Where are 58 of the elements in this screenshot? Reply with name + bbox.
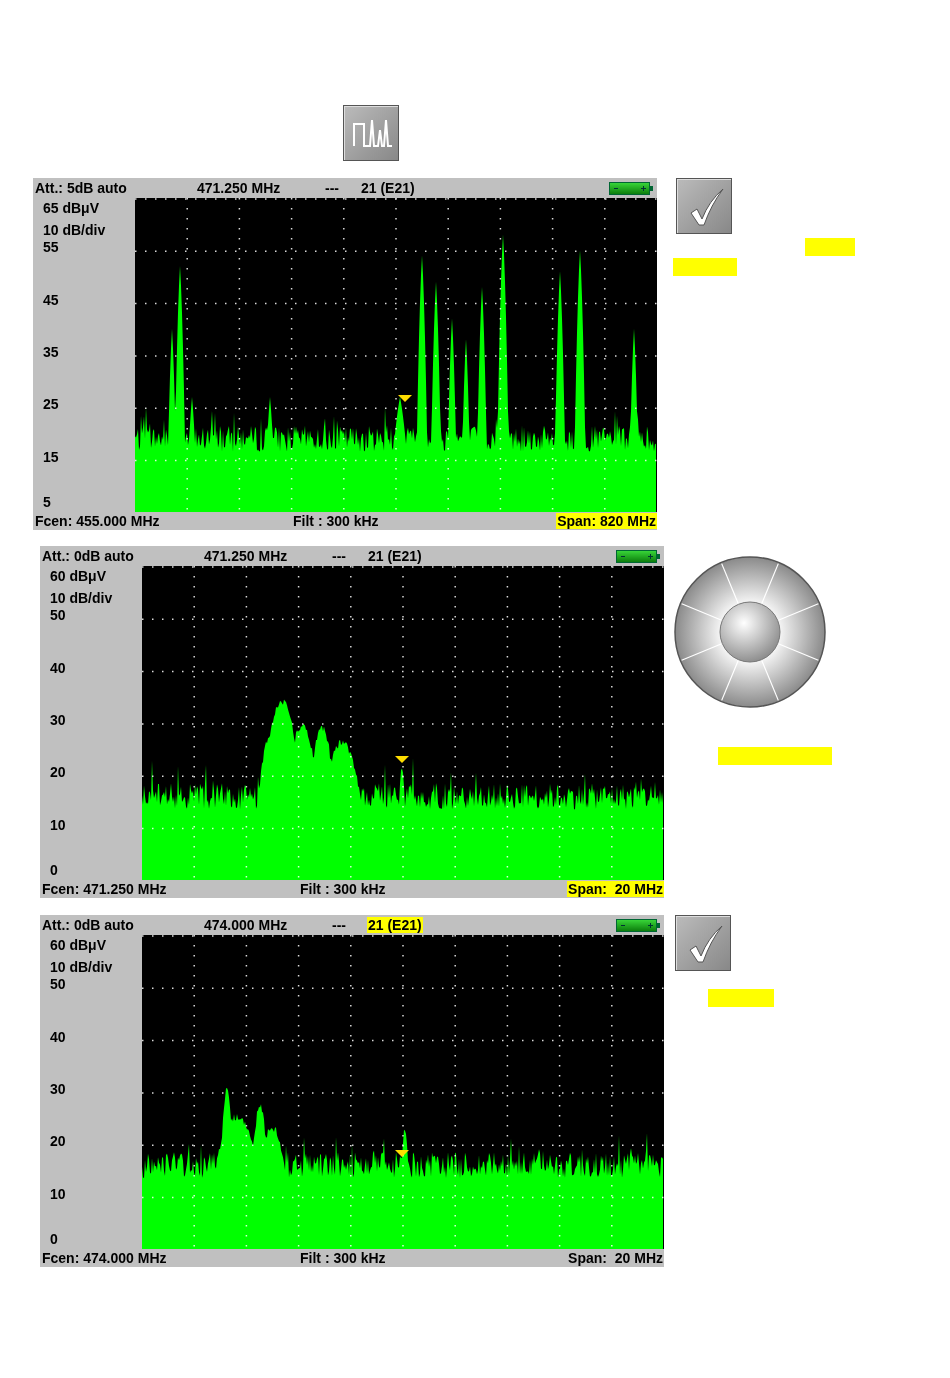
axis-label: 40 — [50, 659, 66, 676]
axis-label: 20 — [50, 1133, 66, 1150]
span-label: Span: 20 MHz — [567, 1250, 664, 1266]
axis-label: 50 — [50, 607, 66, 624]
confirm-button[interactable] — [676, 178, 732, 234]
axis-label: 10 — [50, 816, 66, 833]
center-frequency-label: Fcen: 471.250 MHz — [42, 881, 168, 897]
axis-label: 10 — [50, 1185, 66, 1202]
span-label: Span: 820 MHz — [556, 513, 657, 529]
filter-label: Filt : 300 kHz — [300, 1250, 387, 1266]
axis-label: 55 — [43, 239, 59, 256]
separator-label: --- — [332, 548, 347, 564]
span-label: Span: 20 MHz — [567, 881, 664, 897]
separator-label: --- — [332, 917, 347, 933]
axis-label: 40 — [50, 1028, 66, 1045]
axis-label: 30 — [50, 1080, 66, 1097]
filter-label: Filt : 300 kHz — [293, 513, 380, 529]
confirm-button[interactable] — [675, 915, 731, 971]
battery-icon — [616, 918, 660, 932]
reference-level-label: 60 dBμV — [50, 937, 107, 953]
channel-label: 21 (E21) — [367, 548, 423, 564]
reference-level-label: 65 dBμV — [43, 200, 100, 216]
frequency-label: 471.250 MHz — [204, 548, 289, 564]
frequency-label: 471.250 MHz — [197, 180, 282, 196]
spectrum-mode-button[interactable] — [343, 105, 399, 161]
separator-label: --- — [325, 180, 340, 196]
marker-icon — [398, 395, 412, 402]
scale-label: 10 dB/div — [43, 222, 106, 238]
axis-label: 5 — [43, 494, 51, 510]
battery-icon — [609, 181, 653, 195]
axis-label: 45 — [43, 291, 59, 308]
axis-label: 20 — [50, 764, 66, 781]
marker-icon — [395, 756, 409, 763]
filter-label: Filt : 300 kHz — [300, 881, 387, 897]
highlight-mark — [708, 989, 774, 1007]
navigation-dial[interactable] — [674, 556, 827, 709]
axis-label: 15 — [43, 448, 59, 465]
highlight-mark — [673, 258, 737, 276]
center-frequency-label: Fcen: 474.000 MHz — [42, 1250, 168, 1266]
reference-level-label: 60 dBμV — [50, 568, 107, 584]
frequency-label: 474.000 MHz — [204, 917, 289, 933]
axis-label: 30 — [50, 711, 66, 728]
attenuation-label: Att.: 5dB auto — [35, 180, 128, 196]
attenuation-label: Att.: 0dB auto — [42, 548, 135, 564]
channel-label: 21 (E21) — [360, 180, 416, 196]
highlight-mark — [805, 238, 855, 256]
scale-label: 10 dB/div — [50, 590, 113, 606]
axis-label: 35 — [43, 343, 59, 360]
axis-label: 0 — [50, 862, 58, 878]
axis-label: 25 — [43, 396, 59, 413]
attenuation-label: Att.: 0dB auto — [42, 917, 135, 933]
center-frequency-label: Fcen: 455.000 MHz — [35, 513, 161, 529]
marker-icon — [395, 1150, 409, 1157]
axis-label: 50 — [50, 976, 66, 993]
battery-icon — [616, 549, 660, 563]
channel-label: 21 (E21) — [367, 917, 423, 933]
axis-label: 0 — [50, 1231, 58, 1247]
scale-label: 10 dB/div — [50, 959, 113, 975]
